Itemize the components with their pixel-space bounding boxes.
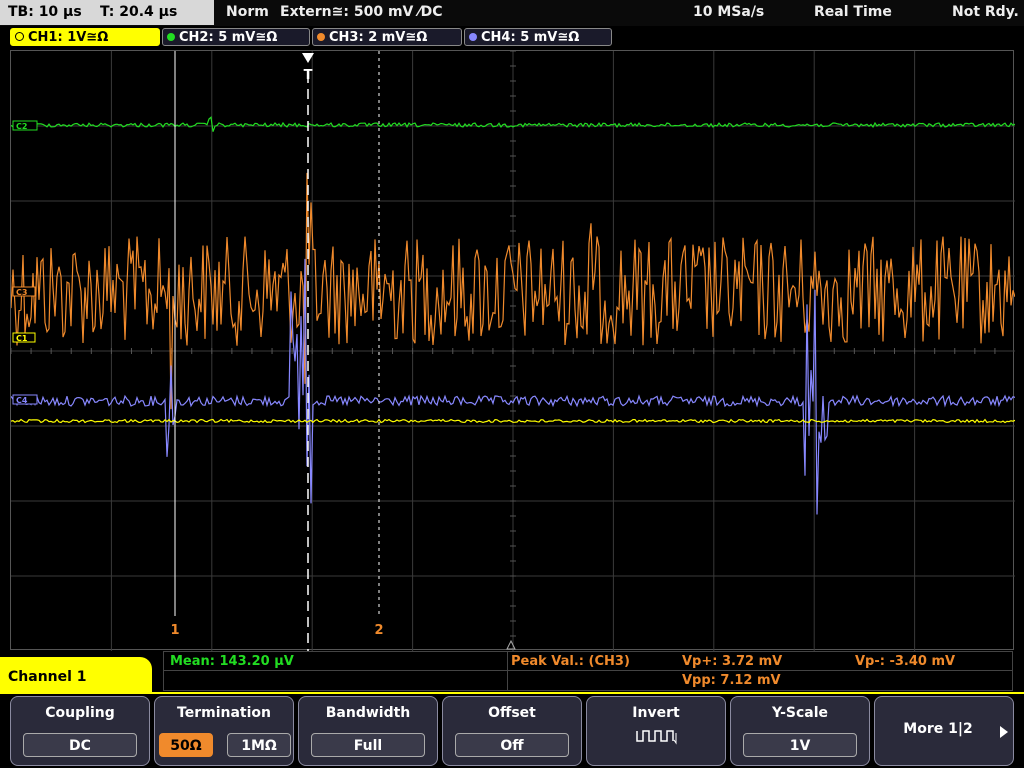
ch3-marker-label: C3: [16, 288, 27, 297]
offset-value: Off: [455, 733, 569, 757]
ch2-marker-label: C2: [16, 122, 27, 131]
coupling-label: Coupling: [45, 705, 115, 721]
trigger-mode[interactable]: Norm: [226, 0, 269, 24]
ch3-dot-icon: [317, 33, 325, 41]
coupling-value: DC: [23, 733, 137, 757]
trigger-source[interactable]: Extern≅: 500 mV ⁄DC: [280, 0, 442, 24]
status-bar: TB: 10 µs T: 20.4 µs Norm Extern≅: 500 m…: [0, 0, 1024, 26]
bandwidth-value: Full: [311, 733, 425, 757]
tab-ch4[interactable]: CH4: 5 mV≅Ω: [464, 28, 612, 46]
tab-ch1[interactable]: CH1: 1V≅Ω: [10, 28, 160, 46]
tab-ch2-label: CH2: 5 mV≅Ω: [179, 30, 278, 45]
more-label: More 1|2: [903, 721, 973, 737]
cursor-1-label: 1: [170, 623, 179, 638]
bandwidth-button[interactable]: Bandwidth Full: [298, 696, 438, 766]
peak-title: Peak Val.: (CH3): [511, 654, 630, 669]
invert-label: Invert: [632, 705, 680, 721]
tab-ch4-label: CH4: 5 mV≅Ω: [481, 30, 580, 45]
termination-button[interactable]: Termination 50Ω 1MΩ: [154, 696, 294, 766]
cursor-2-label: 2: [374, 623, 383, 638]
vp-minus: Vp-: -3.40 mV: [855, 654, 956, 669]
timebase-box[interactable]: TB: 10 µs T: 20.4 µs: [0, 0, 214, 25]
y-scale-value: 1V: [743, 733, 857, 757]
waveform-svg: T 1 2 C2 C3 C1 C4: [11, 51, 1015, 651]
ch4-dot-icon: [469, 33, 477, 41]
tab-ch3[interactable]: CH3: 2 mV≅Ω: [312, 28, 462, 46]
graticule: [11, 51, 1015, 651]
offset-label: Offset: [488, 705, 536, 721]
sample-rate: 10 MSa/s: [693, 4, 765, 20]
acquisition-status: Not Rdy.: [952, 4, 1019, 20]
horizontal-position-icon[interactable]: [506, 639, 516, 650]
ch1-marker-label: C1: [16, 334, 28, 343]
measurement-panel: Mean: 143.20 µV Peak Val.: (CH3) Vp+: 3.…: [163, 651, 1013, 691]
tab-ch2[interactable]: CH2: 5 mV≅Ω: [162, 28, 310, 46]
termination-label: Termination: [177, 705, 271, 721]
tab-ch1-label: CH1: 1V≅Ω: [28, 30, 109, 45]
y-scale-label: Y-Scale: [771, 705, 828, 721]
coupling-button[interactable]: Coupling DC: [10, 696, 150, 766]
tab-ch3-label: CH3: 2 mV≅Ω: [329, 30, 428, 45]
more-button[interactable]: More 1|2: [874, 696, 1014, 766]
mean-measurement: Mean: 143.20 µV: [170, 654, 294, 669]
trigger-marker-label: T: [304, 68, 313, 83]
vpp: Vpp: 7.12 mV: [682, 673, 781, 688]
y-scale-button[interactable]: Y-Scale 1V: [730, 696, 870, 766]
trigger-time: T: 20.4 µs: [100, 4, 178, 20]
offset-button[interactable]: Offset Off: [442, 696, 582, 766]
vp-plus: Vp+: 3.72 mV: [682, 654, 783, 669]
ch4-marker-label: C4: [16, 396, 28, 405]
termination-1-megohm[interactable]: 1MΩ: [227, 733, 291, 757]
invert-waveform-icon: [636, 730, 677, 745]
invert-button[interactable]: Invert: [586, 696, 726, 766]
acquisition-mode: Real Time: [814, 4, 892, 20]
ch1-circle-icon: [15, 32, 24, 41]
ch2-dot-icon: [167, 33, 175, 41]
next-page-arrow-icon: [1000, 726, 1008, 738]
waveform-display[interactable]: T 1 2 C2 C3 C1 C4: [10, 50, 1015, 651]
termination-50-ohm[interactable]: 50Ω: [159, 733, 213, 757]
timebase: TB: 10 µs: [8, 4, 82, 20]
softkey-bar: Coupling DC Termination 50Ω 1MΩ Bandwidt…: [0, 692, 1024, 768]
bandwidth-label: Bandwidth: [325, 705, 411, 721]
